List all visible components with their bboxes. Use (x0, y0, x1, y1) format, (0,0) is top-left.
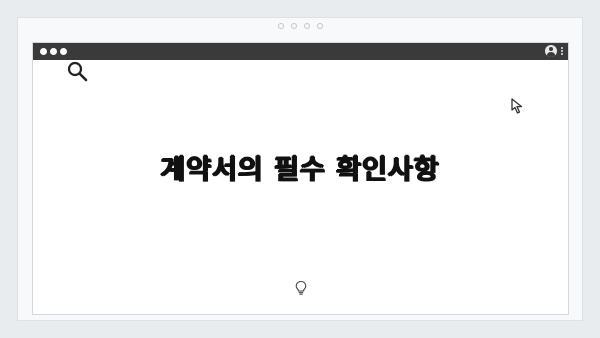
carousel-dot[interactable] (303, 23, 310, 29)
search-icon (67, 61, 88, 82)
carousel-dot[interactable] (290, 23, 297, 29)
carousel-dot[interactable] (277, 23, 284, 29)
cursor-arrow-icon (511, 98, 523, 114)
window-controls (40, 48, 67, 55)
kebab-menu-icon[interactable] (561, 47, 563, 55)
carousel-dots (18, 23, 582, 35)
window-control-dot[interactable] (40, 48, 47, 55)
window-control-dot[interactable] (60, 48, 67, 55)
page-title: 계약서의 필수 확인사항 (160, 154, 440, 185)
lightbulb-icon (295, 280, 307, 295)
window-titlebar (33, 43, 568, 60)
titlebar-actions (545, 45, 563, 57)
window-control-dot[interactable] (50, 48, 57, 55)
user-icon[interactable] (545, 45, 557, 57)
carousel-dot[interactable] (316, 23, 323, 29)
